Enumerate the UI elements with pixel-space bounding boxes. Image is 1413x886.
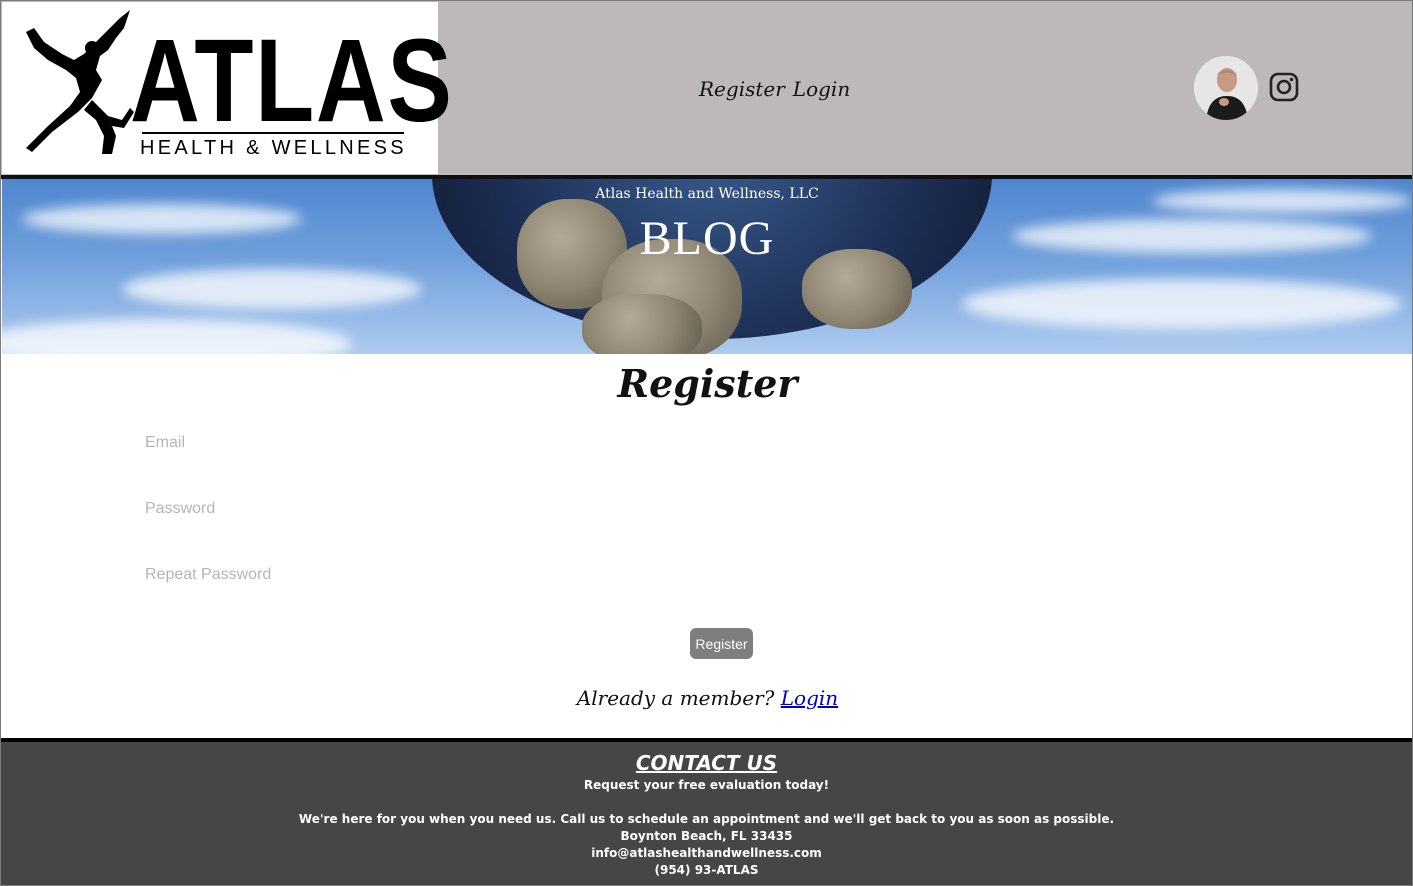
hero-title: BLOG bbox=[639, 212, 775, 265]
footer-message: We're here for you when you need us. Cal… bbox=[298, 812, 1115, 826]
site-header: ATLAS HEALTH & WELLNESS Register Login bbox=[1, 1, 1412, 175]
instagram-icon[interactable] bbox=[1269, 72, 1299, 102]
nav-login-link[interactable]: Login bbox=[793, 77, 850, 101]
hero-cloud bbox=[962, 279, 1402, 329]
contact-title: CONTACT US bbox=[635, 751, 778, 775]
nav-register-link[interactable]: Register bbox=[699, 77, 785, 101]
avatar-photo bbox=[1194, 56, 1258, 120]
logo-subtitle: HEALTH & WELLNESS bbox=[140, 137, 407, 159]
site-logo[interactable]: ATLAS HEALTH & WELLNESS bbox=[2, 2, 452, 174]
register-title: Register bbox=[617, 361, 798, 406]
hero-figure-leg bbox=[582, 294, 702, 354]
logo-wordmark: ATLAS bbox=[130, 15, 454, 147]
hero-subtitle: Atlas Health and Wellness, LLC bbox=[595, 186, 819, 202]
member-prompt-text: Already a member? bbox=[576, 686, 775, 710]
login-link[interactable]: Login bbox=[781, 686, 838, 710]
logo-divider bbox=[142, 132, 404, 134]
footer-address: Boynton Beach, FL 33435 bbox=[620, 829, 793, 843]
repeat-password-field[interactable] bbox=[145, 555, 1270, 595]
footer-phone[interactable]: (954) 93-ATLAS bbox=[1, 863, 1412, 877]
footer-tagline: Request your free evaluation today! bbox=[583, 778, 830, 792]
page: ATLAS HEALTH & WELLNESS Register Login A… bbox=[0, 0, 1413, 886]
hero-banner: Atlas Health and Wellness, LLC BLOG bbox=[2, 179, 1412, 354]
email-field[interactable] bbox=[145, 423, 1270, 463]
header-nav: Register Login bbox=[699, 77, 850, 101]
footer-email[interactable]: info@atlashealthandwellness.com bbox=[1, 846, 1412, 860]
member-prompt-line: Already a member? Login bbox=[1, 686, 1412, 710]
hero-cloud bbox=[2, 319, 352, 354]
register-button[interactable]: Register bbox=[690, 628, 753, 659]
hero-cloud bbox=[122, 269, 422, 309]
site-footer: CONTACT US Request your free evaluation … bbox=[1, 742, 1412, 885]
atlas-figure-icon bbox=[26, 10, 134, 154]
password-field[interactable] bbox=[145, 489, 1270, 529]
profile-avatar[interactable] bbox=[1194, 56, 1258, 120]
